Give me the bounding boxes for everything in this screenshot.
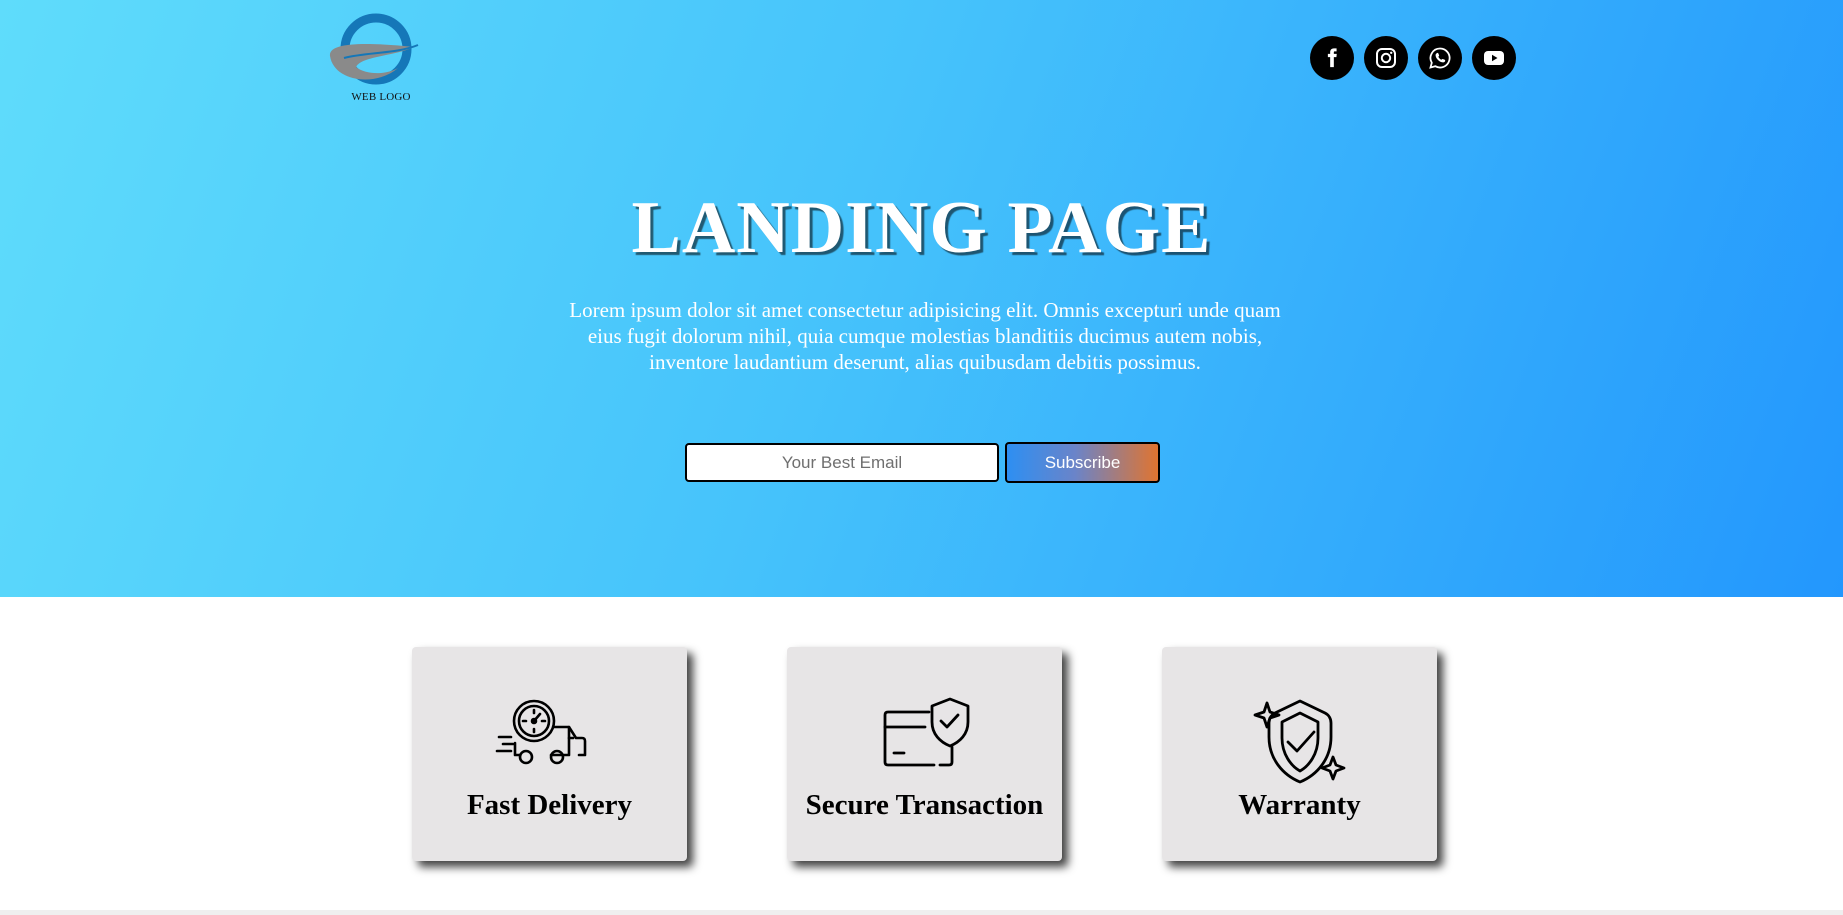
subscribe-button[interactable]: Subscribe xyxy=(1005,442,1160,483)
email-input[interactable] xyxy=(685,443,999,482)
logo-globe-icon xyxy=(329,13,419,85)
feature-title: Fast Delivery xyxy=(466,789,633,821)
hero-section: WEB LOGO LANDING PAGE Lorem ipsum dolor … xyxy=(0,0,1843,597)
social-links xyxy=(1310,36,1516,80)
youtube-icon xyxy=(1484,51,1504,65)
facebook-icon xyxy=(1327,48,1337,68)
warranty-shield-icon xyxy=(1253,699,1345,784)
secure-card-icon xyxy=(883,697,969,767)
feature-title: Secure Transaction xyxy=(805,789,1044,821)
subscribe-form: Subscribe xyxy=(685,442,1160,483)
feature-card-secure-transaction: Secure Transaction xyxy=(787,647,1062,861)
instagram-icon xyxy=(1376,48,1396,68)
feature-card-fast-delivery: Fast Delivery xyxy=(412,647,687,861)
hero-description: Lorem ipsum dolor sit amet consectetur a… xyxy=(569,298,1281,374)
logo-text: WEB LOGO xyxy=(351,91,411,103)
whatsapp-icon xyxy=(1429,47,1451,69)
youtube-link[interactable] xyxy=(1472,36,1516,80)
features-section: Fast Delivery Secure Transaction Warrant… xyxy=(0,647,1843,862)
bottom-divider xyxy=(0,910,1843,915)
facebook-link[interactable] xyxy=(1310,36,1354,80)
site-logo[interactable]: WEB LOGO xyxy=(326,12,426,104)
feature-title: Warranty xyxy=(1238,789,1361,821)
feature-card-warranty: Warranty xyxy=(1162,647,1437,861)
instagram-link[interactable] xyxy=(1364,36,1408,80)
delivery-truck-icon xyxy=(495,699,586,765)
page-title: LANDING PAGE xyxy=(631,187,1212,269)
whatsapp-link[interactable] xyxy=(1418,36,1462,80)
